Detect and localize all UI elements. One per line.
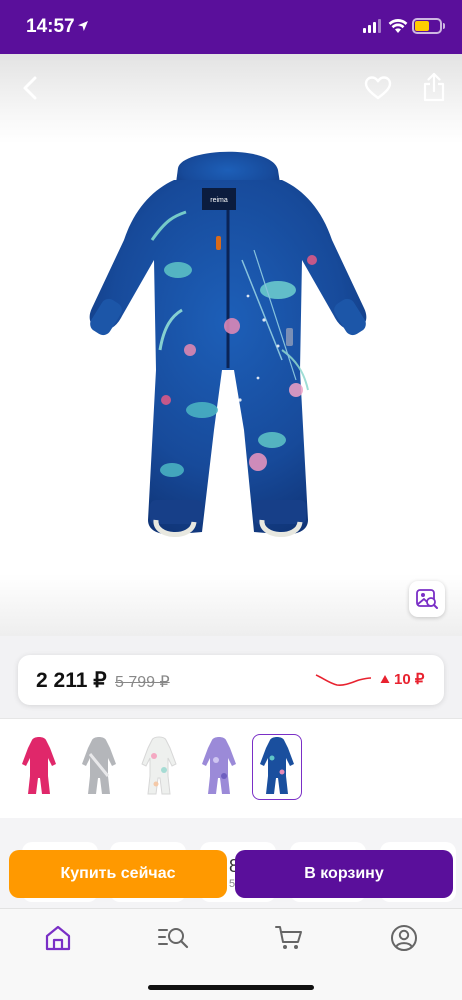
visual-search-icon[interactable]	[409, 581, 445, 617]
cart-icon[interactable]	[272, 921, 306, 955]
buy-now-button[interactable]: Купить сейчас	[9, 850, 227, 898]
status-bar: 14:57	[0, 0, 462, 54]
battery-icon	[412, 18, 442, 34]
heart-icon[interactable]	[362, 72, 394, 104]
variant-pink[interactable]	[14, 734, 64, 800]
brand-label: reima	[210, 197, 228, 204]
variant-lilac[interactable]	[194, 734, 244, 800]
home-icon[interactable]	[41, 921, 75, 955]
price-delta-value: 10 ₽	[394, 671, 425, 688]
location-arrow-icon	[77, 19, 89, 37]
home-indicator	[148, 985, 314, 990]
add-to-cart-button[interactable]: В корзину	[235, 850, 453, 898]
price-history-graph	[315, 674, 372, 686]
price-card[interactable]: 2 211 ₽ 5 799 ₽ 10 ₽	[18, 655, 444, 705]
catalog-search-icon[interactable]	[156, 921, 190, 955]
triangle-up-icon	[380, 675, 390, 683]
variant-white-floral[interactable]	[134, 734, 184, 800]
current-price: 2 211 ₽	[36, 669, 107, 692]
status-time: 14:57	[26, 16, 75, 37]
back-chevron-icon[interactable]	[14, 72, 46, 104]
share-icon[interactable]	[418, 70, 450, 104]
wifi-icon	[388, 18, 408, 39]
variant-blue-print-selected[interactable]	[252, 734, 302, 800]
price-delta: 10 ₽	[380, 670, 424, 688]
old-price: 5 799 ₽	[115, 674, 170, 691]
product-snowsuit-image[interactable]: reima	[82, 140, 374, 545]
cellular-signal-icon	[363, 19, 381, 33]
profile-icon[interactable]	[387, 921, 421, 955]
battery-tip	[443, 23, 445, 29]
variant-grey[interactable]	[74, 734, 124, 800]
